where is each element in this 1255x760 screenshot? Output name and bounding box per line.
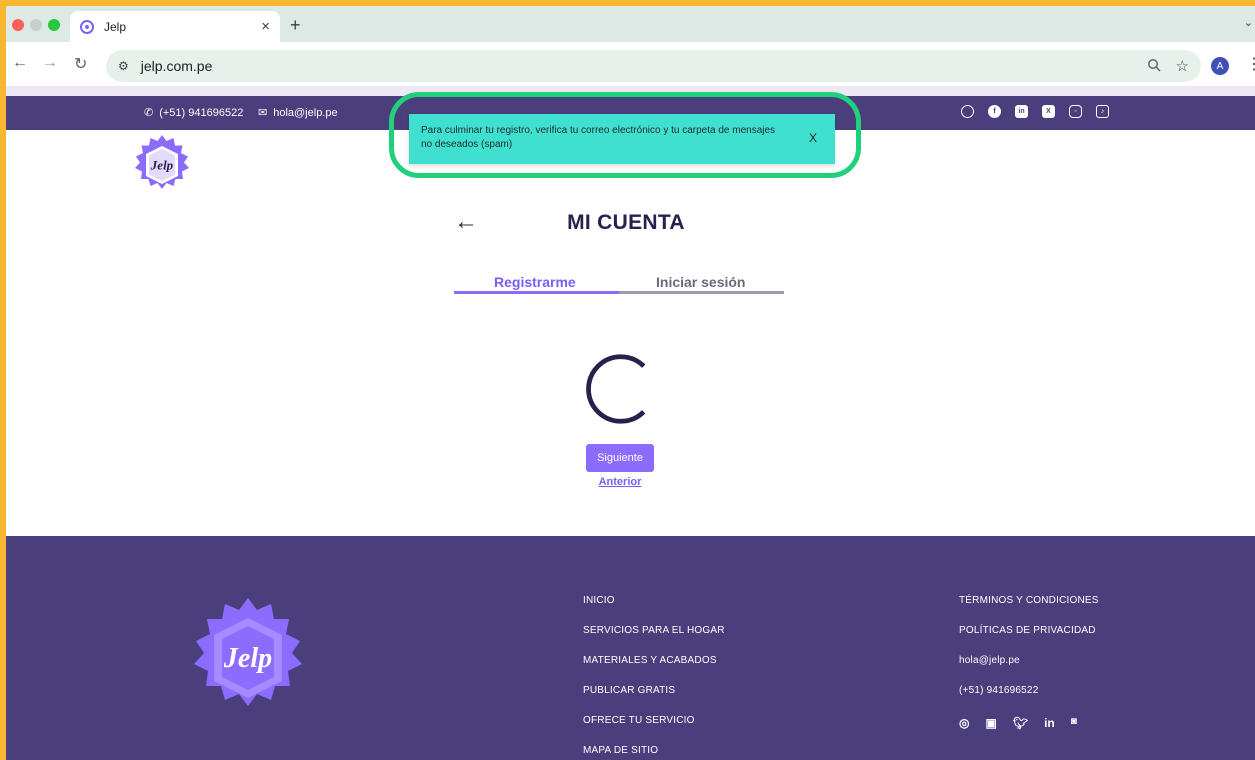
previous-link[interactable]: Anterior bbox=[594, 476, 646, 488]
tab-underline-inactive bbox=[619, 291, 784, 294]
whatsapp-icon[interactable]: ◎ bbox=[959, 716, 969, 730]
tab-strip: Jelp × + ⌄ bbox=[6, 6, 1255, 42]
tab-search-chevron-icon[interactable]: ⌄ bbox=[1244, 16, 1253, 29]
footer-email[interactable]: hola@jelp.pe bbox=[959, 654, 1099, 684]
instagram-icon[interactable]: ◦ bbox=[1069, 105, 1082, 118]
whatsapp-icon[interactable] bbox=[961, 105, 974, 118]
tab-iniciar-sesion[interactable]: Iniciar sesión bbox=[656, 274, 745, 290]
footer-logo-text: Jelp bbox=[223, 643, 272, 674]
footer-link-privacidad[interactable]: POLÍTICAS DE PRIVACIDAD bbox=[959, 624, 1099, 654]
linkedin-icon[interactable]: in bbox=[1015, 105, 1028, 118]
page-title: MI CUENTA bbox=[567, 211, 685, 234]
jelp-footer-logo[interactable]: Jelp bbox=[188, 596, 308, 716]
topbar-phone-text: (+51) 941696522 bbox=[159, 106, 244, 119]
browser-toolbar: ← → ↻ ⚙ jelp.com.pe ☆ A ⋮ bbox=[6, 42, 1255, 92]
footer-socials: ◎ ▣ 🐦︎ in ◙ bbox=[959, 716, 1099, 730]
footer-link-publicar[interactable]: PUBLICAR GRATIS bbox=[583, 684, 725, 714]
facebook-icon[interactable]: f bbox=[988, 105, 1001, 118]
footer-link-inicio[interactable]: INICIO bbox=[583, 594, 725, 624]
topbar-email[interactable]: ✉ hola@jelp.pe bbox=[258, 106, 338, 120]
back-arrow-icon[interactable]: ← bbox=[454, 208, 478, 236]
footer-nav: INICIO SERVICIOS PARA EL HOGAR MATERIALE… bbox=[583, 594, 725, 760]
footer-link-mapa[interactable]: MAPA DE SITIO bbox=[583, 744, 725, 760]
logo-text: Jelp bbox=[150, 158, 174, 173]
tab-close-icon[interactable]: × bbox=[261, 18, 270, 35]
new-tab-button[interactable]: + bbox=[290, 15, 301, 36]
minimize-window-button[interactable] bbox=[30, 19, 42, 31]
favicon-icon bbox=[80, 19, 94, 34]
instagram-icon[interactable]: ◙ bbox=[1071, 716, 1077, 730]
facebook-icon[interactable]: ▣ bbox=[985, 716, 996, 730]
jelp-logo[interactable]: Jelp bbox=[132, 134, 192, 194]
x-icon[interactable]: X bbox=[1042, 105, 1055, 118]
url-text: jelp.com.pe bbox=[140, 58, 213, 74]
profile-avatar[interactable]: A bbox=[1211, 57, 1229, 75]
linkedin-icon[interactable]: in bbox=[1044, 716, 1055, 730]
toast-close-button[interactable]: X bbox=[809, 131, 817, 145]
reload-icon[interactable]: ↻ bbox=[74, 54, 87, 74]
site-settings-icon[interactable]: ⚙ bbox=[118, 59, 129, 73]
toast-message: Para culminar tu registro, verifica tu c… bbox=[421, 125, 776, 150]
close-window-button[interactable] bbox=[12, 19, 24, 31]
tab-registrarme[interactable]: Registrarme bbox=[494, 274, 576, 290]
topbar-phone[interactable]: ✆ (+51) 941696522 bbox=[144, 106, 244, 120]
bookmark-star-icon[interactable]: ☆ bbox=[1176, 57, 1189, 75]
zoom-icon[interactable] bbox=[1147, 58, 1161, 75]
twitter-icon[interactable]: 🐦︎ bbox=[1013, 716, 1028, 730]
forward-arrow-icon[interactable]: → bbox=[42, 54, 58, 72]
loading-spinner-icon bbox=[586, 354, 646, 424]
address-bar[interactable]: ⚙ jelp.com.pe ☆ bbox=[106, 50, 1201, 82]
tab-title: Jelp bbox=[104, 19, 127, 34]
browser-menu-icon[interactable]: ⋮ bbox=[1246, 54, 1255, 74]
footer-link-terminos[interactable]: TÉRMINOS Y CONDICIONES bbox=[959, 594, 1099, 624]
back-arrow-icon[interactable]: ← bbox=[12, 54, 28, 72]
mail-icon: ✉ bbox=[258, 107, 268, 119]
browser-tab[interactable]: Jelp × bbox=[70, 11, 280, 42]
footer-phone[interactable]: (+51) 941696522 bbox=[959, 684, 1099, 714]
browser-window: Jelp × + ⌄ ← → ↻ ⚙ jelp.com.pe ☆ A ⋮ ✆ (… bbox=[6, 6, 1255, 760]
next-button[interactable]: Siguiente bbox=[586, 444, 654, 472]
footer-link-servicios[interactable]: SERVICIOS PARA EL HOGAR bbox=[583, 624, 725, 654]
topbar-email-text: hola@jelp.pe bbox=[273, 106, 338, 119]
footer-legal: TÉRMINOS Y CONDICIONES POLÍTICAS DE PRIV… bbox=[959, 594, 1099, 730]
tiktok-icon[interactable]: ♪ bbox=[1096, 105, 1109, 118]
topbar-socials: f in X ◦ ♪ bbox=[961, 105, 1109, 118]
footer-link-ofrece[interactable]: OFRECE TU SERVICIO bbox=[583, 714, 725, 744]
footer-link-materiales[interactable]: MATERIALES Y ACABADOS bbox=[583, 654, 725, 684]
tab-underline-active bbox=[454, 291, 619, 294]
toast-notification: Para culminar tu registro, verifica tu c… bbox=[409, 114, 835, 164]
maximize-window-button[interactable] bbox=[48, 19, 60, 31]
phone-icon: ✆ bbox=[144, 107, 154, 119]
account-tabs: Registrarme Iniciar sesión bbox=[454, 268, 784, 294]
